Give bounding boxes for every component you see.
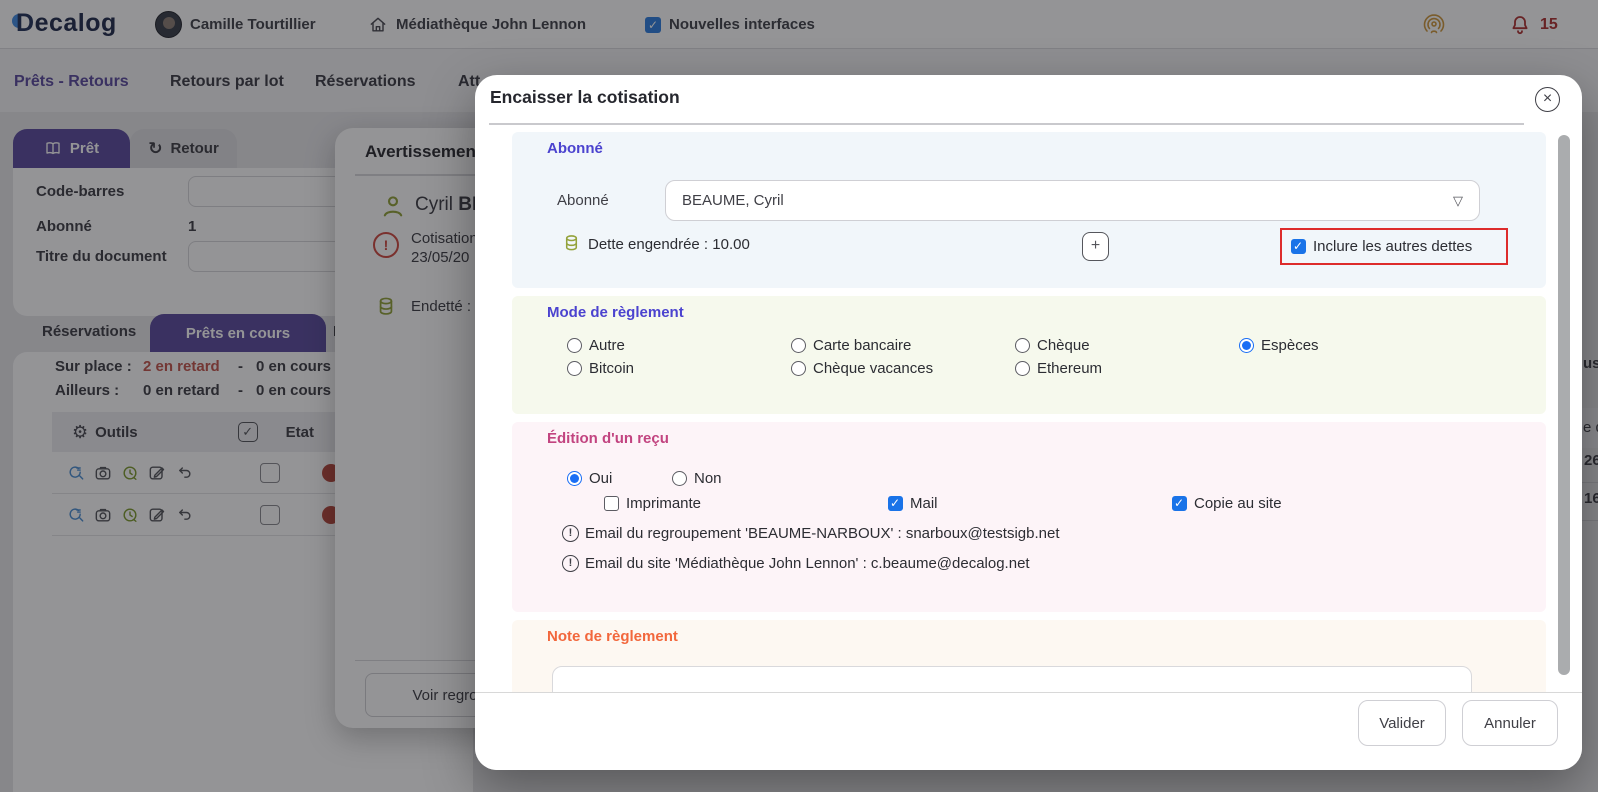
subscriber-select-value: BEAUME, Cyril <box>682 192 784 209</box>
modal-footer: Valider Annuler <box>475 692 1582 770</box>
subscriber-select[interactable]: BEAUME, Cyril ▽ <box>665 180 1480 221</box>
info-site-email: ! Email du site 'Médiathèque John Lennon… <box>562 555 1030 572</box>
info-icon: ! <box>562 525 579 542</box>
info-regroupement-email: ! Email du regroupement 'BEAUME-NARBOUX'… <box>562 525 1060 542</box>
radio-bitcoin[interactable]: Bitcoin <box>567 357 791 379</box>
radio-cheque-vacances[interactable]: Chèque vacances <box>791 357 1015 379</box>
include-debts-highlight: Inclure les autres dettes <box>1280 228 1508 265</box>
section-mode-header: Mode de règlement <box>547 304 684 321</box>
checkbox-mail[interactable]: Mail <box>888 495 938 512</box>
radio-ethereum[interactable]: Ethereum <box>1015 357 1239 379</box>
chevron-down-icon: ▽ <box>1453 193 1463 209</box>
section-abonne: Abonné Abonné BEAUME, Cyril ▽ Dette enge… <box>512 132 1546 288</box>
section-edition-recu: Édition d'un reçu Oui Non Imprimante Mai… <box>512 422 1546 612</box>
modal-scrollbar[interactable] <box>1558 135 1570 675</box>
radio-cheque[interactable]: Chèque <box>1015 334 1239 356</box>
close-icon[interactable]: × <box>1535 87 1560 112</box>
checkbox-imprimante[interactable]: Imprimante <box>604 495 701 512</box>
info-icon: ! <box>562 555 579 572</box>
section-note-header: Note de règlement <box>547 628 678 645</box>
payment-options: Autre Bitcoin Carte bancaire Chèque vaca… <box>567 334 1319 379</box>
radio-non[interactable]: Non <box>672 470 722 487</box>
divider <box>489 123 1524 125</box>
radio-oui[interactable]: Oui <box>567 470 612 487</box>
radio-carte-bancaire[interactable]: Carte bancaire <box>791 334 1015 356</box>
include-debts-label: Inclure les autres dettes <box>1313 238 1472 255</box>
abonne-field-label: Abonné <box>557 192 609 209</box>
checkbox-copie-au-site[interactable]: Copie au site <box>1172 495 1282 512</box>
valider-button[interactable]: Valider <box>1358 700 1446 746</box>
modal-title: Encaisser la cotisation <box>490 87 680 108</box>
radio-autre[interactable]: Autre <box>567 334 791 356</box>
add-debt-button[interactable]: + <box>1082 232 1109 261</box>
encaisser-cotisation-modal: Encaisser la cotisation × Abonné Abonné … <box>475 75 1582 770</box>
include-debts-checkbox[interactable] <box>1291 239 1306 254</box>
section-mode-reglement: Mode de règlement Autre Bitcoin Carte ba… <box>512 296 1546 414</box>
section-abonne-header: Abonné <box>547 140 603 157</box>
debt-text: Dette engendrée : 10.00 <box>588 236 750 253</box>
annuler-button[interactable]: Annuler <box>1462 700 1558 746</box>
coins-icon <box>560 232 583 255</box>
section-recu-header: Édition d'un reçu <box>547 430 669 447</box>
radio-especes[interactable]: Espèces <box>1239 334 1319 356</box>
